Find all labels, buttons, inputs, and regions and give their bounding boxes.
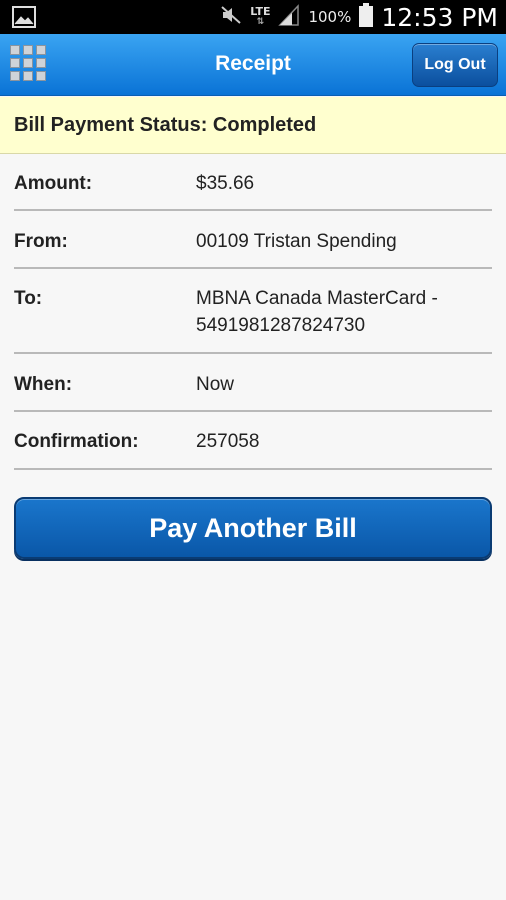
amount-label: Amount: [14,173,93,194]
amount-value: $35.66 [196,173,255,194]
signal-icon [278,3,300,31]
logout-button[interactable]: Log Out [412,43,498,87]
from-label: From: [14,231,68,252]
amount-row: Amount: $35.66 [14,154,492,211]
app-header: Receipt Log Out [0,34,506,96]
from-value: 00109 Tristan Spending [196,231,397,252]
to-label: To: [14,288,43,309]
battery-icon [359,2,374,32]
when-label: When: [14,374,73,395]
battery-percent: 100% [308,8,352,26]
receipt-details: Amount: $35.66 From: 00109 Tristan Spend… [14,154,492,470]
confirmation-value: 257058 [196,431,260,452]
payment-status-text: Bill Payment Status: Completed [14,114,317,136]
status-bar: LTE ⇅ 100% 12:53 PM [0,0,506,34]
payment-status-banner: Bill Payment Status: Completed [0,97,506,154]
to-value-account: 5491981287824730 [196,315,366,336]
from-row: From: 00109 Tristan Spending [14,211,492,269]
to-row: To: MBNA Canada MasterCard - 54919812878… [14,269,492,354]
to-value-payee: MBNA Canada MasterCard - [196,288,438,309]
confirmation-row: Confirmation: 257058 [14,412,492,470]
network-indicator: LTE ⇅ [250,5,271,27]
clock: 12:53 PM [381,2,498,32]
when-row: When: Now [14,354,492,412]
mute-icon [220,5,242,30]
when-value: Now [196,374,235,395]
gallery-icon [12,6,36,28]
to-value: MBNA Canada MasterCard - 549198128782473… [196,285,438,339]
pay-another-bill-button[interactable]: Pay Another Bill [14,497,492,559]
confirmation-label: Confirmation: [14,431,139,452]
